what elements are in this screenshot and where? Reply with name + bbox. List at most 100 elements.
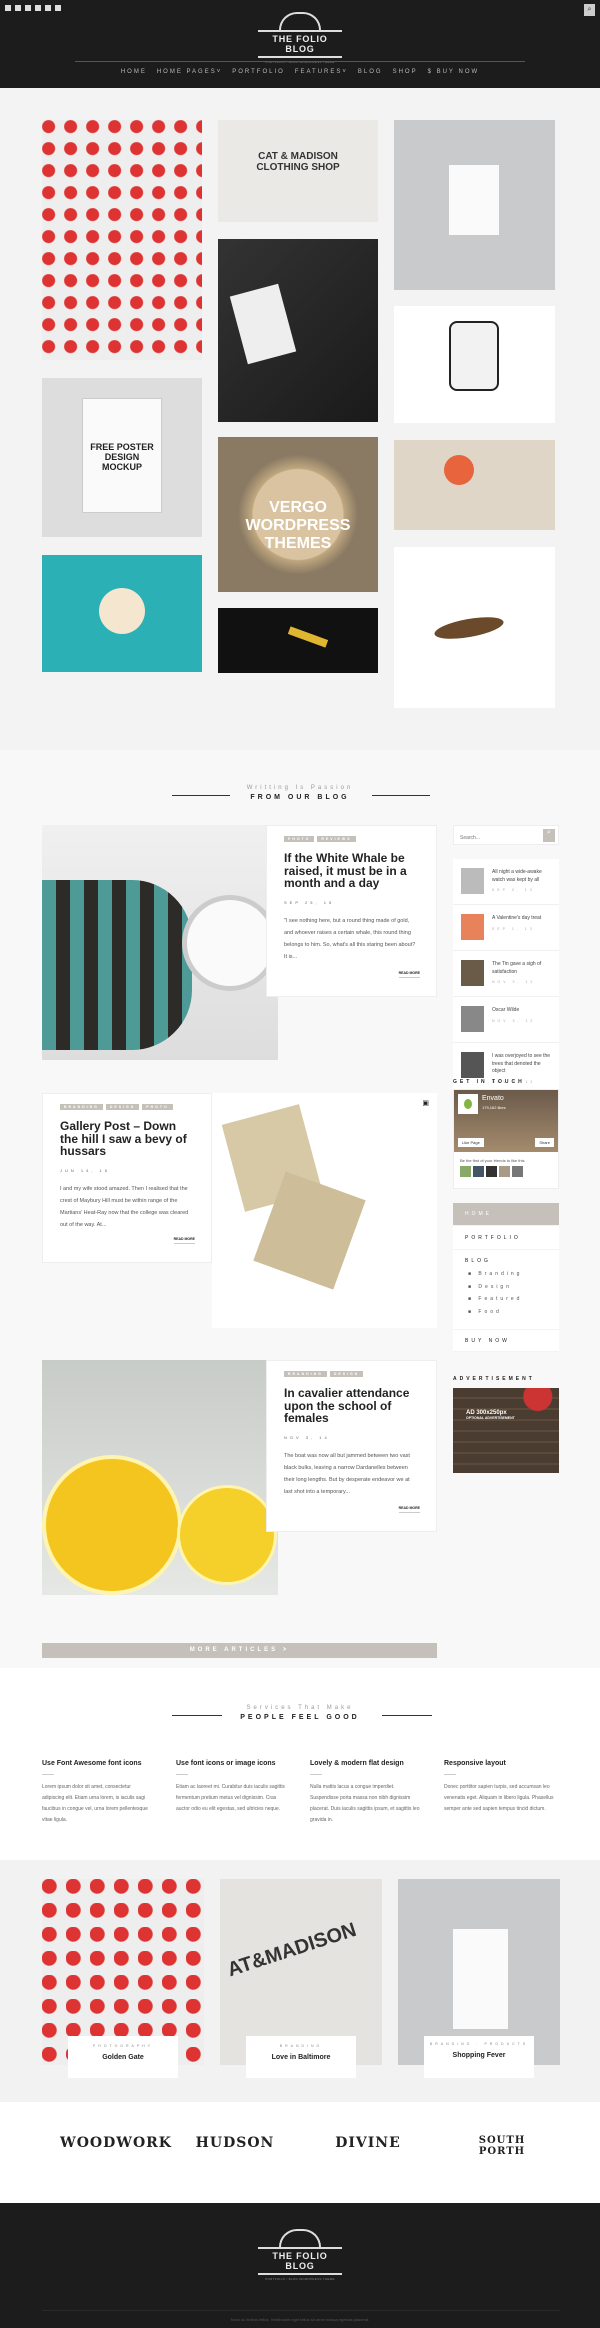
service-text: Etiam ac laoreet mi. Curabitur duis iacu… — [176, 1784, 285, 1812]
recent-post-title: All night a wide-awake watch was kept by… — [492, 869, 542, 883]
post-image[interactable] — [42, 1360, 278, 1595]
featured-caption[interactable]: BRANDING Love in Baltimore — [246, 2036, 356, 2078]
recent-post[interactable]: All night a wide-awake watch was kept by… — [453, 859, 559, 905]
service-text: Nulla mattis lacus a congue imperdiet. S… — [310, 1784, 420, 1823]
post-image[interactable] — [42, 825, 278, 1060]
featured-name: Love in Baltimore — [271, 2054, 331, 2061]
recent-post[interactable]: A Valentine's day treat SEP 1, 13 — [453, 905, 559, 951]
read-more-link[interactable]: READ MORE — [398, 971, 420, 978]
post-card: PHOTO REVIEWS If the White Whale be raise… — [266, 825, 437, 997]
client-logo[interactable]: WOODWORK — [60, 2135, 171, 2151]
fb-like-button[interactable]: Like Page — [458, 1138, 484, 1147]
recent-post[interactable]: Oscar Wilde NOV 3, 12 — [453, 997, 559, 1043]
service-title: Lovely & modern flat design — [310, 1760, 404, 1767]
logo-arc-icon — [279, 2229, 321, 2247]
post-date: SEP 25, 15 — [284, 899, 335, 905]
section-title: PEOPLE FEEL GOOD — [240, 1714, 360, 1721]
post-tag[interactable]: DESIGN — [329, 1371, 364, 1377]
nav-home-pages[interactable]: HOME PAGES˅ — [157, 69, 222, 75]
post-tag[interactable]: REVIEWS — [317, 836, 356, 842]
portfolio-tile[interactable]: VERGO WORDPRESS THEMES — [218, 437, 378, 592]
site-header: ⌕ THE FOLIO BLOG PORTFOLIO / BLOG WORDPR… — [0, 0, 600, 88]
nav-shop[interactable]: SHOP — [393, 69, 418, 75]
post-tag[interactable]: PHOTO — [284, 836, 315, 842]
fb-page-name[interactable]: Envato — [482, 1095, 504, 1102]
main-nav: HOME HOME PAGES˅ PORTFOLIO FEATURES˅ BLO… — [0, 69, 600, 75]
post-tag[interactable]: DESIGN — [105, 1104, 140, 1110]
post-title[interactable]: If the White Whale be raised, it must be… — [284, 852, 419, 890]
pinterest-icon[interactable] — [55, 5, 61, 11]
menu-item-buy-now[interactable]: BUY NOW — [453, 1330, 559, 1352]
post-card: BRANDING DESIGN PHOTO Gallery Post – Down … — [42, 1093, 212, 1263]
menu-item-home[interactable]: HOME — [453, 1203, 559, 1226]
post-tag[interactable]: PHOTO — [142, 1104, 173, 1110]
portfolio-tile[interactable] — [42, 120, 202, 360]
read-more-link[interactable]: READ MORE — [173, 1237, 195, 1244]
post-excerpt: The boat was now all but jammed between … — [284, 1452, 410, 1495]
footer-copyright: Nunc ac finibus tellus. Vestibulum eget … — [230, 2317, 370, 2322]
featured-name: Shopping Fever — [452, 2052, 506, 2059]
featured-name: Golden Gate — [102, 2054, 144, 2061]
post-title[interactable]: Gallery Post – Down the hill I saw a bev… — [60, 1120, 194, 1158]
tile-text: FREE POSTER DESIGN MOCKUP — [90, 441, 154, 472]
post-gallery-image[interactable]: ▣ — [212, 1093, 437, 1328]
instagram-icon[interactable] — [35, 5, 41, 11]
search-icon[interactable]: ⌕ — [543, 829, 555, 842]
google-plus-icon[interactable] — [25, 5, 31, 11]
section-subtitle: Writting Is Passion — [246, 785, 354, 791]
service-item: Use font icons or image icons Etiam ac la… — [176, 1760, 286, 1815]
portfolio-tile[interactable]: CAT & MADISON CLOTHING SHOP — [218, 120, 378, 222]
portfolio-tile[interactable] — [42, 555, 202, 672]
twitter-icon[interactable] — [15, 5, 21, 11]
search-button[interactable]: ⌕ — [584, 4, 595, 16]
logo-arc-icon — [279, 12, 321, 30]
fb-share-button[interactable]: Share — [535, 1138, 554, 1147]
menu-item-blog-group: BLOG ■ Branding ■ Design ■ Featured ■ Fo… — [453, 1250, 559, 1330]
recent-post-title: A Valentine's day treat — [492, 915, 542, 921]
portfolio-tile[interactable] — [218, 239, 378, 422]
advertisement-banner[interactable]: AD 300x250px OPTIONAL ADVERTISEMENT — [453, 1388, 559, 1473]
portfolio-tile[interactable] — [394, 440, 555, 530]
post-tag[interactable]: BRANDING — [284, 1371, 327, 1377]
nav-home[interactable]: HOME — [121, 69, 147, 75]
featured-category: PHOTOGRAPHY — [92, 2044, 154, 2048]
nav-blog[interactable]: BLOG — [358, 69, 383, 75]
portfolio-tile[interactable] — [394, 547, 555, 708]
facebook-widget: Envato 179,162 likes Like Page Share Be … — [453, 1089, 559, 1189]
read-more-link[interactable]: READ MORE — [398, 1506, 420, 1513]
menu-subitem[interactable]: ■ Branding — [468, 1268, 547, 1281]
portfolio-tile[interactable] — [394, 120, 555, 290]
section-subtitle: Services That Make — [246, 1705, 354, 1711]
footer-logo[interactable]: THE FOLIO BLOG PORTFOLIO / BLOG WORDPRES… — [258, 2229, 342, 2281]
client-logo[interactable]: HUDSON — [195, 2135, 275, 2151]
post-date: NOV 3, 14 — [284, 1434, 330, 1440]
portfolio-tile[interactable] — [394, 306, 555, 423]
menu-subitem[interactable]: ■ Design — [468, 1280, 547, 1293]
nav-features[interactable]: FEATURES˅ — [295, 69, 348, 75]
post-title[interactable]: In cavalier attendance upon the school o… — [284, 1387, 419, 1425]
recent-posts: All night a wide-awake watch was kept by… — [453, 859, 559, 1093]
portfolio-tile[interactable]: FREE POSTER DESIGN MOCKUP — [42, 378, 202, 537]
logo-title: THE FOLIO BLOG — [258, 30, 342, 58]
facebook-icon[interactable] — [5, 5, 11, 11]
menu-item-portfolio[interactable]: PORTFOLIO — [453, 1226, 559, 1250]
recent-post[interactable]: The Tin gave a sigh of satisfaction NOV 3… — [453, 951, 559, 997]
nav-buy-now[interactable]: $ BUY NOW — [428, 69, 480, 75]
client-logo[interactable]: DIVINE — [328, 2135, 408, 2151]
portfolio-tile[interactable] — [218, 608, 378, 673]
sidebar-search-input[interactable] — [454, 829, 539, 847]
recent-post-date: NOV 3, 12 — [492, 1018, 536, 1023]
nav-portfolio[interactable]: PORTFOLIO — [232, 69, 285, 75]
logo-tagline: PORTFOLIO / BLOG WORDPRESS THEME — [265, 2277, 335, 2281]
site-logo[interactable]: THE FOLIO BLOG PORTFOLIO / BLOG WORDPRES… — [258, 12, 342, 64]
service-title: Use font icons or image icons — [176, 1760, 276, 1767]
post-tag[interactable]: BRANDING — [60, 1104, 103, 1110]
featured-caption[interactable]: PHOTOGRAPHY Golden Gate — [68, 2036, 178, 2078]
client-logo[interactable]: SOUTH PORTH — [462, 2135, 542, 2157]
featured-caption[interactable]: BRANDING · PRODUCTS Shopping Fever — [424, 2036, 534, 2078]
menu-subitem[interactable]: ■ Food — [468, 1305, 547, 1318]
post-card: BRANDING DESIGN In cavalier attendance up… — [266, 1360, 437, 1532]
more-articles-button[interactable]: MORE ARTICLES > — [42, 1643, 437, 1658]
menu-subitem[interactable]: ■ Featured — [468, 1293, 547, 1306]
linkedin-icon[interactable] — [45, 5, 51, 11]
